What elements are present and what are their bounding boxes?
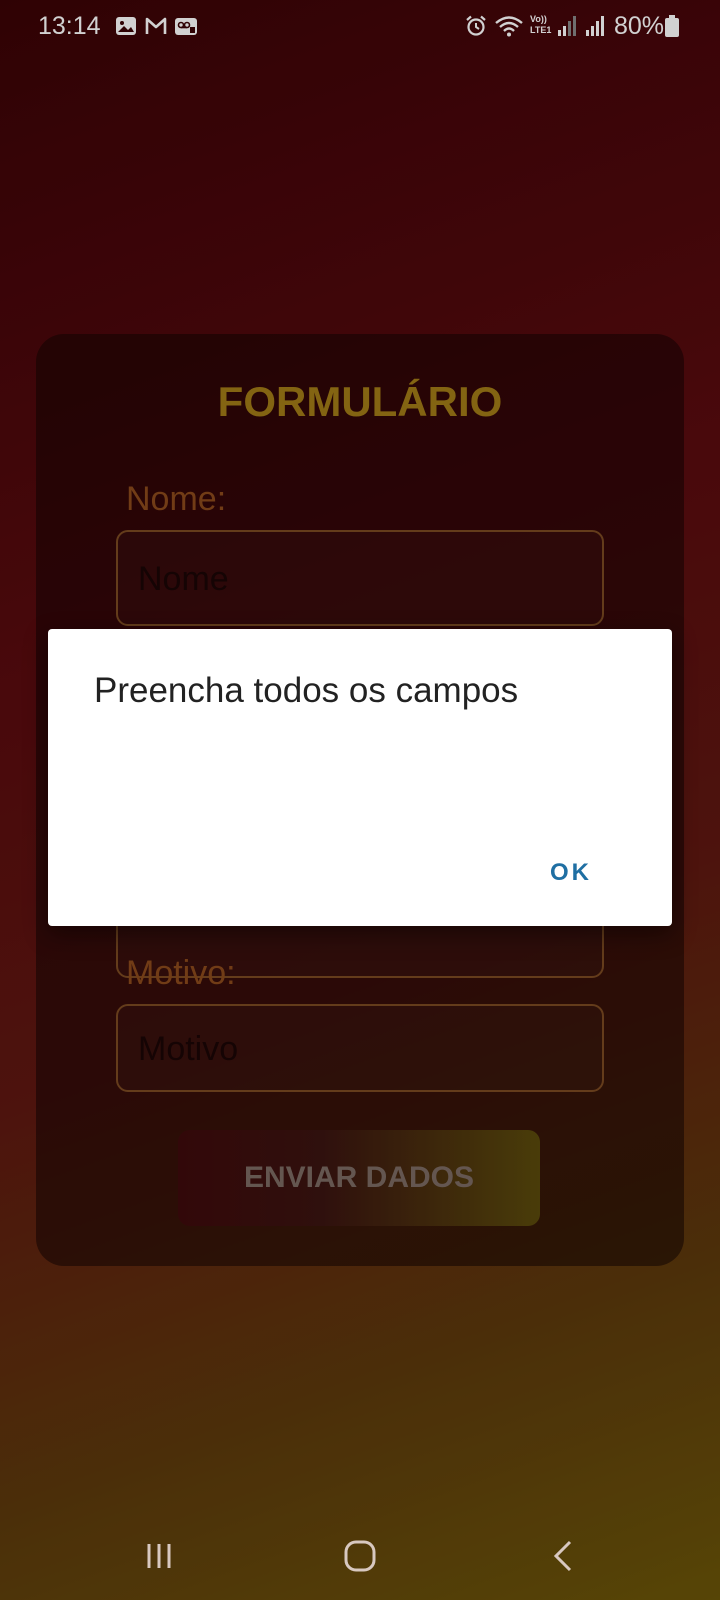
home-icon[interactable]: [336, 1532, 384, 1580]
recents-icon[interactable]: [136, 1532, 184, 1580]
alert-dialog: Preencha todos os campos OK: [48, 629, 672, 926]
ok-button[interactable]: OK: [550, 859, 592, 887]
back-icon[interactable]: [540, 1532, 588, 1580]
dialog-message: Preencha todos os campos: [94, 671, 519, 710]
